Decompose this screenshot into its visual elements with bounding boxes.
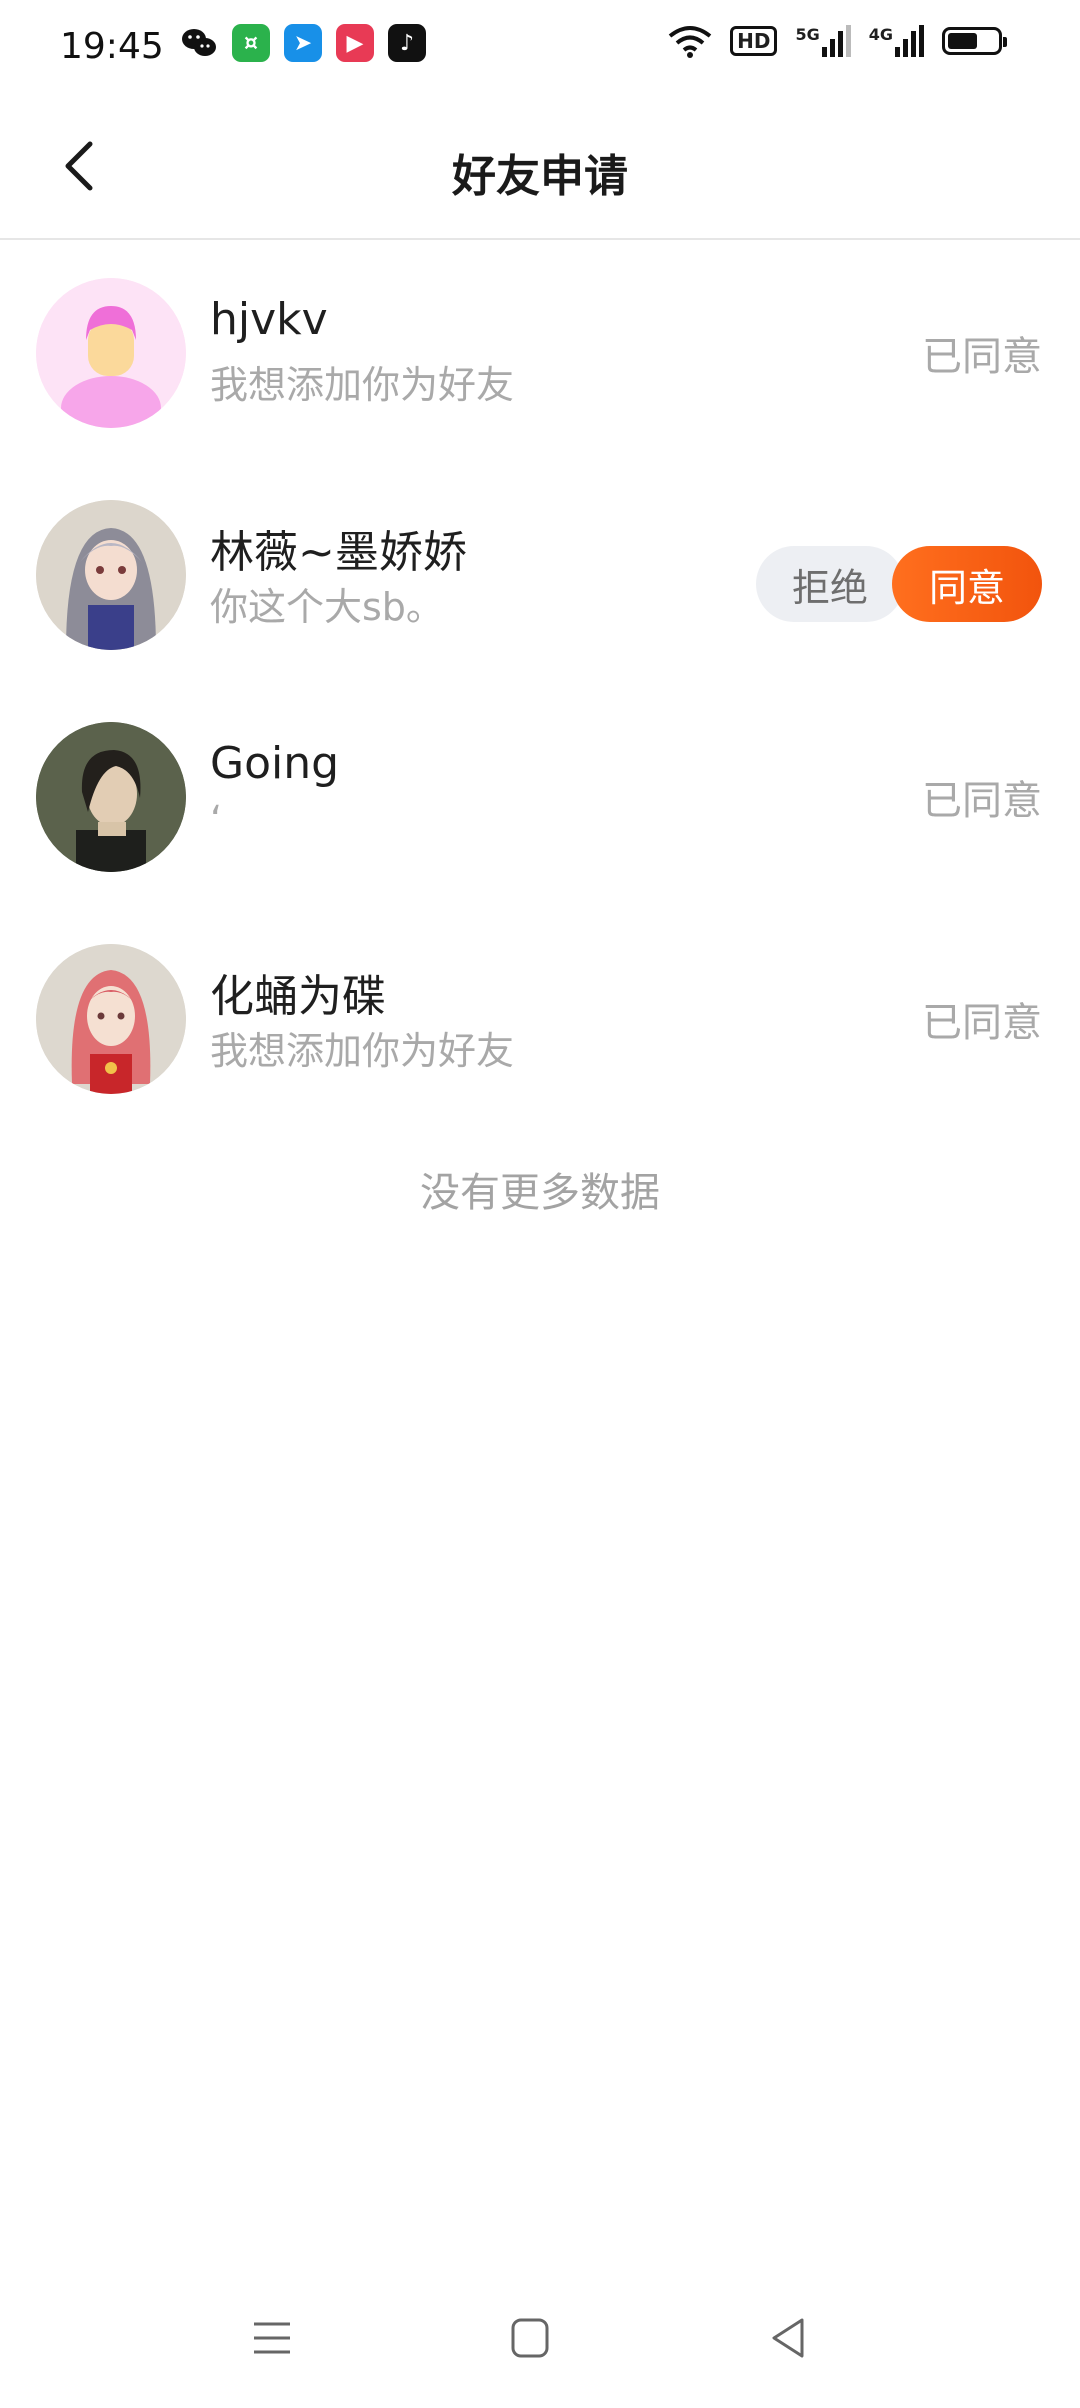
avatar[interactable] [36,500,186,650]
request-message: 我想添加你为好友 [210,1029,515,1073]
friend-request-item[interactable]: 化蛹为碟 我想添加你为好友 已同意 [0,908,1080,1130]
avatar[interactable] [36,722,186,872]
request-name: 化蛹为碟 [210,971,386,1022]
request-name: Going [210,738,340,789]
hd-voice-icon: HD [730,26,778,56]
request-name: hjvkv [210,294,328,345]
friend-request-item[interactable]: Going ‘ 已同意 [0,686,1080,908]
douyin-icon: ♪ [388,24,426,62]
request-message: 我想添加你为好友 [210,363,515,407]
request-message: 你这个大sb。 [210,585,444,629]
status-bar: 19:45 ¤ ➤ ▶ ♪ HD 5G 4G [0,0,1080,96]
status-app-icons: ¤ ➤ ▶ ♪ [180,24,426,62]
avatar[interactable] [36,278,186,428]
signal-5g-icon: 5G [795,25,851,57]
wechat-icon [180,24,218,62]
header: 好友申请 [0,96,1080,240]
friend-request-item[interactable]: hjvkv 我想添加你为好友 已同意 [0,242,1080,464]
request-name: 林薇~墨娇娇 [210,527,467,578]
menu-icon[interactable] [242,2308,302,2368]
reject-button[interactable]: 拒绝 [756,546,904,622]
page-title: 好友申请 [452,151,628,202]
request-message: ‘ [210,798,223,842]
triangle-back-icon[interactable] [758,2308,818,2368]
shop-icon: ¤ [232,24,270,62]
request-status: 已同意 [922,1000,1042,1046]
no-more-data-text: 没有更多数据 [420,1170,660,1216]
bilibili-icon: ➤ [284,24,322,62]
accept-button[interactable]: 同意 [892,546,1042,622]
video-play-icon: ▶ [336,24,374,62]
wifi-icon [668,26,712,58]
avatar[interactable] [36,944,186,1094]
system-nav-bar [0,2288,1080,2408]
battery-icon [942,27,1007,55]
status-indicators: HD 5G 4G [668,24,1007,58]
friend-request-item[interactable]: 林薇~墨娇娇 你这个大sb。 拒绝 同意 [0,464,1080,686]
request-status: 已同意 [922,778,1042,824]
square-home-icon[interactable] [500,2308,560,2368]
request-status: 已同意 [922,334,1042,380]
status-time: 19:45 [60,26,164,67]
signal-4g-icon: 4G [869,25,924,57]
